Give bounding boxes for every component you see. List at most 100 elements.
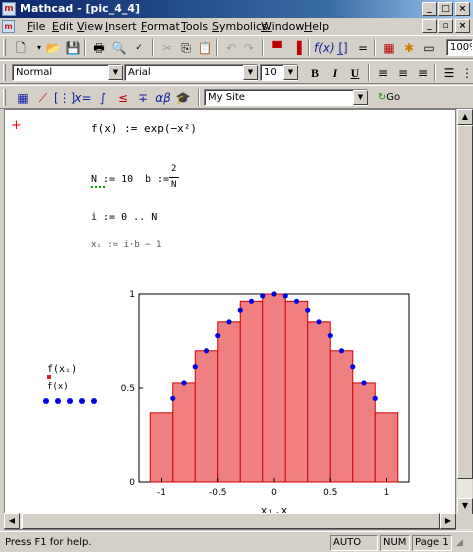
align-across-icon[interactable]: ▀ — [268, 39, 286, 57]
go-button[interactable]: ↻Go — [372, 89, 406, 107]
menu-edit[interactable]: Edit — [52, 20, 73, 33]
doc-restore-icon[interactable]: ▫ — [438, 19, 453, 33]
font-dropdown-icon[interactable]: ▼ — [243, 65, 258, 80]
x-tick-label: 0 — [271, 488, 277, 498]
cut-icon[interactable]: ✂ — [158, 39, 176, 57]
style-select[interactable]: Normal — [12, 64, 122, 81]
toolbar-separator — [308, 39, 310, 56]
spell-check-icon[interactable]: ✓ — [130, 39, 148, 57]
size-dropdown-icon[interactable]: ▼ — [283, 65, 298, 80]
curve-point — [361, 380, 367, 386]
align-left-icon[interactable]: ≡ — [374, 64, 392, 82]
menu-symbolics[interactable]: Symbolics — [212, 20, 268, 33]
minimize-icon[interactable]: _ — [422, 2, 437, 16]
range-definition[interactable]: i := 0 .. N — [91, 212, 157, 223]
bullets-icon[interactable]: ☰ — [440, 64, 458, 82]
help-icon[interactable]: ▭ — [420, 39, 438, 57]
underline-button[interactable]: U — [346, 64, 364, 82]
resource-center-icon[interactable]: ✱ — [400, 39, 418, 57]
doc-close-icon[interactable]: × — [455, 19, 470, 33]
horizontal-scrollbar[interactable]: ◀ ▶ — [4, 513, 456, 529]
align-down-icon[interactable]: ▐ — [288, 39, 306, 57]
menu-file[interactable]: File — [27, 20, 45, 33]
document-icon[interactable]: m — [2, 20, 15, 33]
worksheet[interactable]: + f(x) := exp(−x²) N := 10 b := 2 N i :=… — [4, 109, 456, 530]
resize-grip-icon[interactable]: ◢ — [456, 536, 470, 550]
x-tick-label: 0.5 — [323, 488, 337, 498]
toolbar-grip[interactable] — [3, 89, 6, 106]
align-right-icon[interactable]: ≡ — [414, 64, 432, 82]
curve-point — [316, 319, 322, 325]
redo-icon[interactable]: ↷ — [240, 39, 258, 57]
y-tick-label: 1 — [129, 290, 135, 300]
print-preview-icon[interactable]: 🔍 — [110, 39, 128, 57]
calculator-palette-icon[interactable]: ▦ — [14, 89, 32, 107]
maximize-icon[interactable]: □ — [438, 2, 453, 16]
calculus-palette-icon[interactable]: ∫ — [94, 89, 112, 107]
toolbar-grip[interactable] — [3, 64, 6, 81]
menu-help[interactable]: Help — [304, 20, 329, 33]
status-help-text: Press F1 for help. — [5, 537, 92, 548]
legend-series-1: f(xᵢ) — [47, 364, 78, 375]
vertical-scrollbar[interactable]: ▲ ▼ — [456, 109, 473, 530]
curve-point — [282, 293, 288, 299]
matrix-palette-icon[interactable]: [⋮] — [54, 89, 75, 107]
evaluation-palette-icon[interactable]: x= — [74, 89, 92, 107]
doc-minimize-icon[interactable]: _ — [422, 19, 437, 33]
insert-function-icon[interactable]: f(x) — [314, 39, 335, 57]
xi-definition[interactable]: xᵢ := i·b − 1 — [91, 240, 161, 250]
histogram-plot[interactable]: 00.51-1 -0.5 0 0.5 1xᵢ,x — [115, 288, 415, 518]
curve-point — [271, 291, 277, 297]
x-tick-label: 1 — [384, 488, 390, 498]
print-icon[interactable]: 🖶 — [90, 39, 108, 57]
greek-palette-icon[interactable]: αβ — [154, 89, 172, 107]
zoom-combo[interactable]: 100% — [446, 39, 473, 56]
standard-toolbar: 🗋 ▾ 📂 💾 🖶 🔍 ✓ ✂ ⎘ 📋 ↶ ↷ ▀ ▐ f(x) [̲] = ▦… — [0, 35, 473, 59]
numbering-icon[interactable]: ⋮ — [458, 64, 473, 82]
function-definition[interactable]: f(x) := exp(−x²) — [91, 122, 197, 135]
resource-location-select[interactable]: My Site — [204, 89, 368, 106]
copy-icon[interactable]: ⎘ — [177, 39, 195, 57]
curve-point — [260, 293, 266, 299]
menu-window[interactable]: Window — [261, 20, 304, 33]
n-definition[interactable]: N := 10 — [91, 174, 133, 185]
vertical-scroll-thumb[interactable] — [457, 125, 473, 479]
boolean-palette-icon[interactable]: ≤ — [114, 89, 132, 107]
graph-palette-icon[interactable]: ⟋ — [34, 89, 52, 107]
b-label[interactable]: b := — [145, 174, 169, 185]
scroll-left-icon[interactable]: ◀ — [4, 513, 20, 529]
insert-component-icon[interactable]: ▦ — [380, 39, 398, 57]
toolbar-grip[interactable] — [3, 39, 6, 56]
scroll-right-icon[interactable]: ▶ — [440, 513, 456, 529]
horizontal-scroll-thumb[interactable] — [22, 513, 440, 529]
italic-button[interactable]: I — [326, 64, 344, 82]
menu-insert[interactable]: Insert — [105, 20, 137, 33]
new-file-icon[interactable]: 🗋 — [12, 39, 30, 57]
bold-button[interactable]: B — [306, 64, 324, 82]
b-denominator: N — [171, 180, 177, 190]
window-title: Mathcad - [pic_4_4] — [20, 2, 141, 15]
scroll-down-icon[interactable]: ▼ — [457, 498, 473, 514]
save-icon[interactable]: 💾 — [64, 39, 82, 57]
location-dropdown-icon[interactable]: ▼ — [353, 90, 368, 105]
menu-format[interactable]: Format — [141, 20, 180, 33]
open-folder-icon[interactable]: 📂 — [44, 39, 62, 57]
close-icon[interactable]: × — [455, 2, 470, 16]
menu-view[interactable]: View — [77, 20, 103, 33]
histogram-bar — [262, 293, 286, 483]
paste-icon[interactable]: 📋 — [196, 39, 214, 57]
programming-palette-icon[interactable]: ∓ — [134, 89, 152, 107]
insert-unit-icon[interactable]: [̲] — [334, 39, 352, 57]
status-page: Page 1 — [412, 535, 452, 551]
status-bar: Press F1 for help. AUTO NUM Page 1 ◢ — [0, 531, 473, 552]
menu-tools[interactable]: Tools — [181, 20, 208, 33]
scroll-up-icon[interactable]: ▲ — [457, 109, 473, 125]
legend-series-2: f(x) — [47, 382, 69, 392]
histogram-bar — [352, 382, 376, 483]
font-select[interactable]: Arial — [124, 64, 258, 81]
align-center-icon[interactable]: ≡ — [394, 64, 412, 82]
style-dropdown-icon[interactable]: ▼ — [108, 65, 123, 80]
calculate-icon[interactable]: = — [354, 39, 372, 57]
undo-icon[interactable]: ↶ — [222, 39, 240, 57]
symbolic-palette-icon[interactable]: 🎓 — [174, 89, 192, 107]
